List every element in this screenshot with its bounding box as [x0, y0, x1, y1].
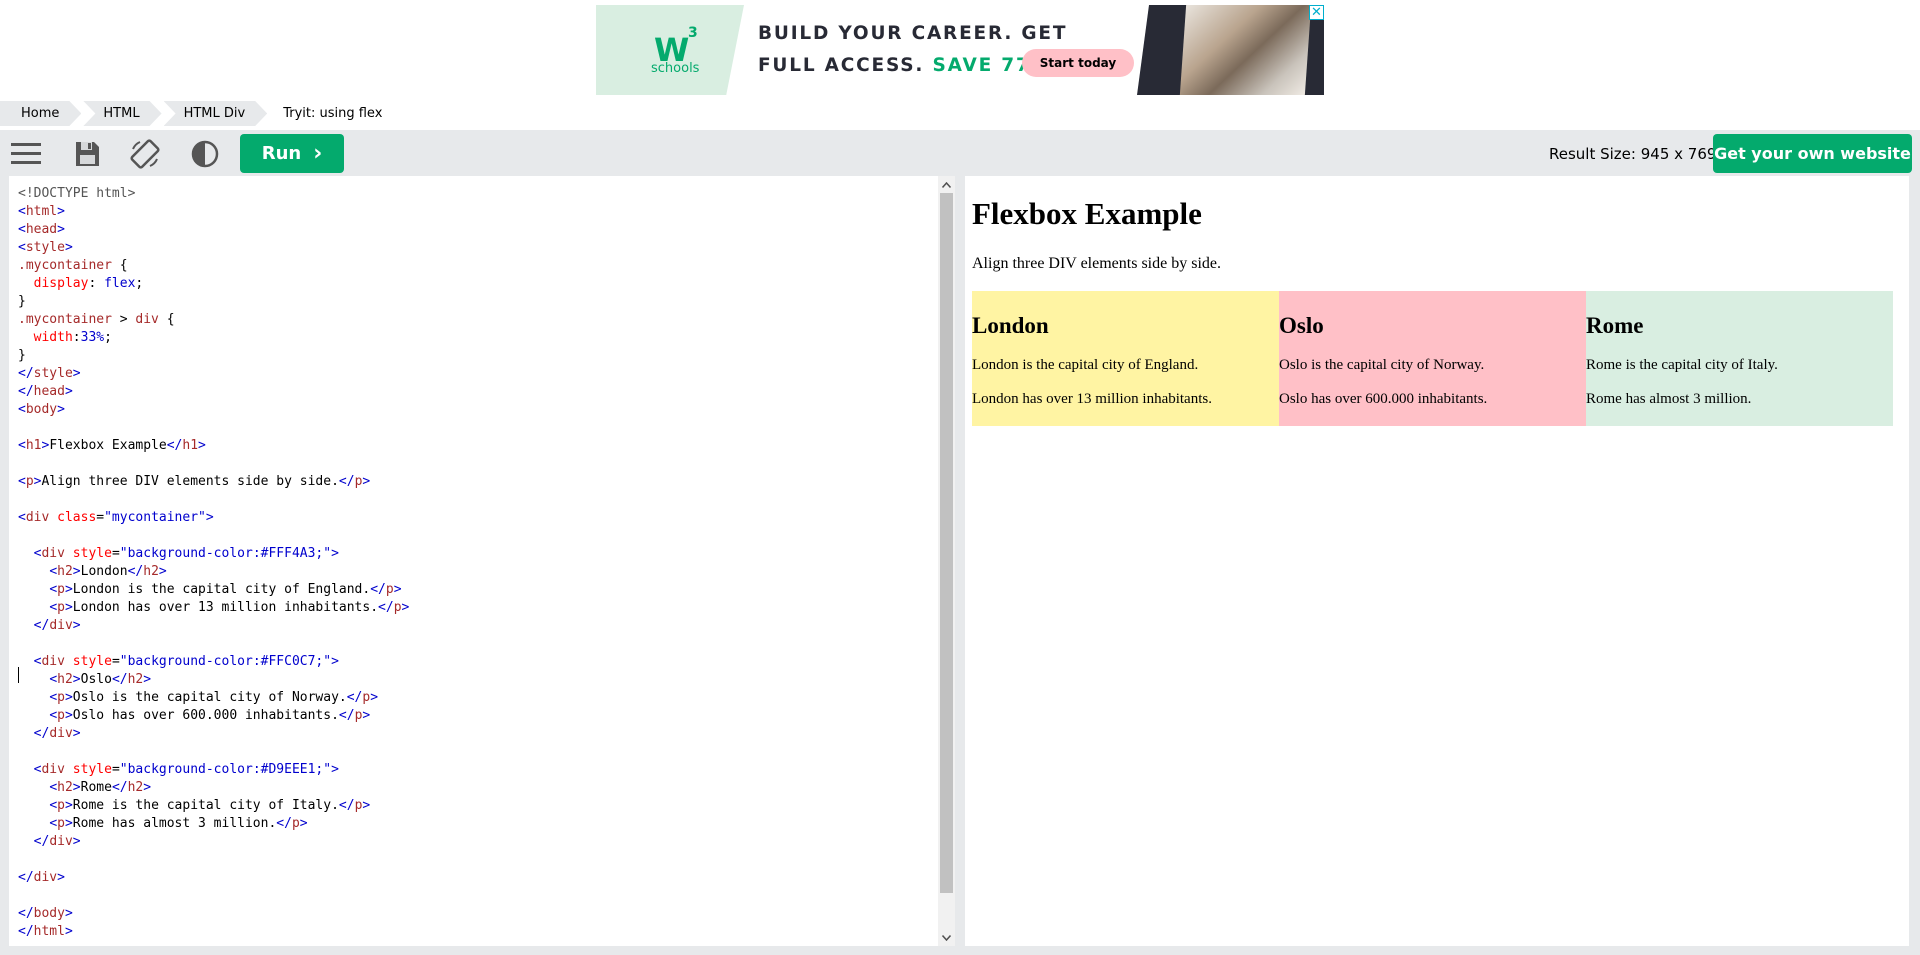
ad-banner[interactable]: W 3 schools BUILD YOUR CAREER. GET FULL … [596, 5, 1324, 95]
code-line[interactable]: </head> [18, 383, 409, 401]
code-line[interactable]: ​ [18, 455, 409, 473]
city-line1: Rome is the capital city of Italy. [1586, 357, 1778, 373]
city-card-oslo: Oslo Oslo is the capital city of Norway.… [1279, 291, 1586, 426]
city-line2: Oslo has over 600.000 inhabitants. [1279, 391, 1488, 407]
ad-headline-line1: BUILD YOUR CAREER. GET [758, 23, 1068, 44]
get-own-website-button[interactable]: Get your own website [1713, 134, 1912, 173]
city-card-london: London London is the capital city of Eng… [972, 291, 1279, 426]
code-line[interactable]: ​ [18, 491, 409, 509]
city-line2: London has over 13 million inhabitants. [972, 391, 1212, 407]
code-line[interactable]: <p>Oslo has over 600.000 inhabitants.</p… [18, 707, 409, 725]
toolbar: Run › Result Size: 945 x 769 Get your ow… [0, 130, 1920, 176]
city-card-rome: Rome Rome is the capital city of Italy. … [1586, 291, 1893, 426]
city-name: London [972, 313, 1049, 338]
code-line[interactable]: </body> [18, 905, 409, 923]
code-line[interactable]: <div style="background-color:#D9EEE1;"> [18, 761, 409, 779]
code-line[interactable]: <h2>Rome</h2> [18, 779, 409, 797]
city-line1: Oslo is the capital city of Norway. [1279, 357, 1485, 373]
code-content[interactable]: <!DOCTYPE html> <html> <head> <style> .mycon… [18, 185, 409, 941]
code-line[interactable]: ​ [18, 419, 409, 437]
code-line[interactable]: <div style="background-color:#FFF4A3;"> [18, 545, 409, 563]
code-line[interactable]: <p>Align three DIV elements side by side… [18, 473, 409, 491]
code-line[interactable]: </style> [18, 365, 409, 383]
code-line[interactable]: <h1>Flexbox Example</h1> [18, 437, 409, 455]
code-line[interactable]: <h2>London</h2> [18, 563, 409, 581]
breadcrumb-html-div[interactable]: HTML Div [164, 101, 268, 126]
result-paragraph: Align three DIV elements side by side. [972, 255, 1221, 272]
result-preview: Flexbox Example Align three DIV elements… [965, 176, 1909, 946]
ad-photo [1137, 5, 1324, 95]
ad-headline-line2: FULL ACCESS. SAVE 770$ [758, 55, 1060, 76]
city-line1: London is the capital city of England. [972, 357, 1199, 373]
chevron-right-icon: › [313, 140, 323, 166]
result-flex-container: London London is the capital city of Eng… [972, 291, 1893, 426]
code-line[interactable]: <html> [18, 203, 409, 221]
ad-close-icon[interactable]: ✕ [1309, 5, 1324, 20]
logo-superscript: 3 [688, 25, 698, 41]
city-name: Oslo [1279, 313, 1324, 338]
ad-start-today-button[interactable]: Start today [1022, 49, 1134, 77]
city-line2: Rome has almost 3 million. [1586, 391, 1752, 407]
rotate-icon[interactable] [129, 138, 161, 170]
ad-photo-image [1179, 5, 1312, 95]
scrollbar-thumb[interactable] [940, 193, 953, 893]
breadcrumb-html[interactable]: HTML [83, 101, 161, 126]
code-line[interactable]: </div> [18, 869, 409, 887]
menu-icon[interactable] [10, 138, 42, 170]
code-line[interactable]: } [18, 293, 409, 311]
result-heading: Flexbox Example [972, 196, 1202, 231]
save-icon[interactable] [71, 138, 103, 170]
scroll-up-icon[interactable] [938, 176, 955, 193]
code-line[interactable]: </div> [18, 833, 409, 851]
code-line[interactable]: ​ [18, 887, 409, 905]
contrast-icon[interactable] [189, 138, 221, 170]
ad-headline-prefix: FULL ACCESS. [758, 55, 933, 76]
text-caret [18, 667, 19, 683]
code-line[interactable]: <p>Rome has almost 3 million.</p> [18, 815, 409, 833]
code-line[interactable]: </div> [18, 725, 409, 743]
breadcrumb: Home HTML HTML Div Tryit: using flex [0, 101, 406, 126]
code-line[interactable]: </div> [18, 617, 409, 635]
code-line[interactable]: </html> [18, 923, 409, 941]
breadcrumb-home[interactable]: Home [0, 101, 81, 126]
code-line[interactable]: ​ [18, 635, 409, 653]
run-button-label: Run [261, 143, 302, 164]
code-line[interactable]: <p>London is the capital city of England… [18, 581, 409, 599]
code-line[interactable]: <p>London has over 13 million inhabitant… [18, 599, 409, 617]
code-line[interactable]: ​ [18, 527, 409, 545]
run-button[interactable]: Run › [240, 134, 344, 173]
code-line[interactable]: width:33%; [18, 329, 409, 347]
code-line[interactable]: <p>Oslo is the capital city of Norway.</… [18, 689, 409, 707]
code-line[interactable]: } [18, 347, 409, 365]
code-line[interactable]: ​ [18, 743, 409, 761]
code-line[interactable]: <!DOCTYPE html> [18, 185, 409, 203]
city-name: Rome [1586, 313, 1644, 338]
code-line[interactable]: .mycontainer > div { [18, 311, 409, 329]
code-line[interactable]: .mycontainer { [18, 257, 409, 275]
code-line[interactable]: <head> [18, 221, 409, 239]
code-editor[interactable]: <!DOCTYPE html> <html> <head> <style> .mycon… [9, 176, 955, 946]
result-size-label: Result Size: 945 x 769 [1549, 145, 1717, 163]
logo-text: schools [651, 61, 700, 76]
code-line[interactable]: <div class="mycontainer"> [18, 509, 409, 527]
code-line[interactable]: <p>Rome is the capital city of Italy.</p… [18, 797, 409, 815]
editor-scrollbar[interactable] [938, 176, 955, 946]
code-line[interactable]: display: flex; [18, 275, 409, 293]
code-line[interactable]: <style> [18, 239, 409, 257]
code-line[interactable]: <body> [18, 401, 409, 419]
breadcrumb-current: Tryit: using flex [283, 106, 383, 121]
code-line[interactable]: ​ [18, 851, 409, 869]
scroll-down-icon[interactable] [938, 929, 955, 946]
code-line[interactable]: <h2>Oslo</h2> [18, 671, 409, 689]
code-line[interactable]: <div style="background-color:#FFC0C7;"> [18, 653, 409, 671]
w3schools-logo: W 3 schools [596, 5, 744, 95]
